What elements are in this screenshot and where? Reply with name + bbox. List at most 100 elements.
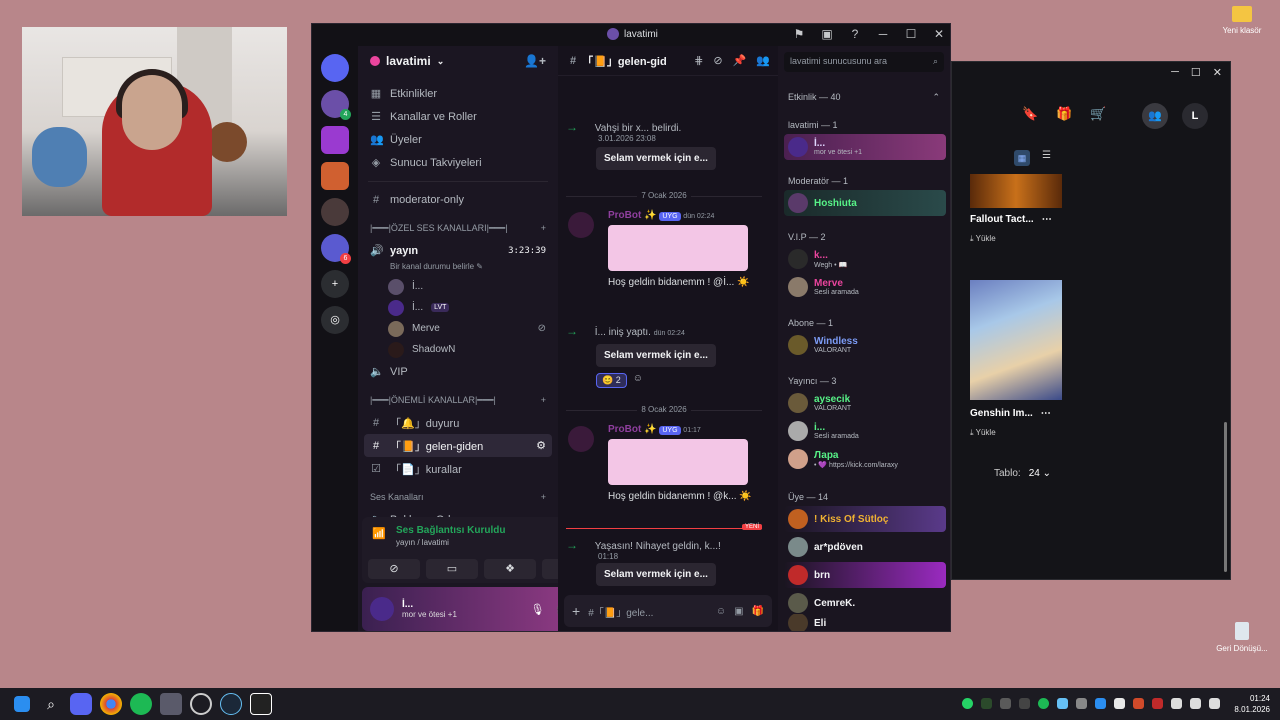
discord-home-icon[interactable]	[321, 54, 349, 82]
desktop-recycle-bin[interactable]: Geri Dönüşü...	[1212, 622, 1272, 653]
steam-icon[interactable]	[220, 693, 242, 715]
member-item[interactable]: ! Kiss Of Sütloç	[784, 506, 946, 532]
member-item[interactable]: k... Wegh • 📖	[784, 246, 946, 272]
pin-icon[interactable]: 📌	[733, 54, 747, 67]
member-item[interactable]: Hoshiuta	[784, 190, 946, 216]
add-attachment-icon[interactable]: +	[572, 603, 580, 619]
table-size-select[interactable]: 24 ⌄	[1029, 468, 1051, 479]
more-options-icon[interactable]: ⋯	[1041, 408, 1051, 419]
screenshare-button[interactable]: ▭	[426, 559, 478, 579]
message-composer[interactable]: + #「📙」gele... ☺ ▣ 🎁	[564, 595, 772, 627]
more-options-icon[interactable]: ⋯	[1042, 214, 1052, 225]
welcome-image[interactable]	[608, 439, 748, 485]
add-channel-icon[interactable]: +	[541, 395, 546, 405]
grid-view-icon[interactable]: ▦	[1014, 150, 1030, 166]
member-item[interactable]: i... Sesli aramada	[784, 418, 946, 444]
game-icon[interactable]	[160, 693, 182, 715]
server-icon-3[interactable]	[321, 162, 349, 190]
channel-gelen-giden[interactable]: # 「📙」gelen-giden ⚙	[364, 434, 552, 457]
member-item[interactable]: Лара • 💜 https://kick.com/laraxy	[784, 446, 946, 472]
avatar[interactable]	[568, 426, 594, 452]
member-item[interactable]: aysecik VALORANT	[784, 390, 946, 416]
voice-channel-yayin[interactable]: 🔊 yayın 3:23:39	[358, 239, 558, 262]
game-card-genshin[interactable]	[970, 280, 1062, 400]
voice-user[interactable]: Merve ⊘	[358, 318, 558, 339]
voice-channel-vip[interactable]: 🔈 VIP	[358, 360, 558, 383]
voice-user[interactable]: ShadowN	[358, 339, 558, 360]
game-card-fallout[interactable]	[970, 174, 1062, 208]
wave-button[interactable]: Selam vermek için e...	[596, 563, 716, 586]
gift-icon[interactable]: 🎁	[752, 606, 764, 617]
close-icon[interactable]: ✕	[932, 27, 946, 41]
member-item[interactable]: ar*pdöven	[784, 534, 946, 560]
member-item[interactable]: CemreK.	[784, 590, 946, 616]
cart-icon[interactable]: 🛒	[1090, 106, 1106, 122]
tray-icon[interactable]	[1019, 698, 1030, 709]
add-channel-icon[interactable]: +	[541, 223, 546, 233]
tray-icon[interactable]	[981, 698, 992, 709]
tray-icon[interactable]	[1114, 698, 1125, 709]
microphone-icon[interactable]	[1171, 698, 1182, 709]
gear-icon[interactable]: ⚙	[536, 439, 546, 452]
maximize-icon[interactable]: ☐	[1191, 66, 1201, 79]
maximize-icon[interactable]: ☐	[904, 27, 918, 41]
voice-user[interactable]: İ... LVT	[358, 297, 558, 318]
help-icon[interactable]: ?	[848, 27, 862, 41]
bookmark-icon[interactable]: 🔖	[1022, 106, 1038, 122]
volume-icon[interactable]	[1209, 698, 1220, 709]
profile-avatar[interactable]: L	[1182, 103, 1208, 129]
inbox-icon[interactable]: ▣	[820, 27, 834, 41]
wave-button[interactable]: Selam vermek için e...	[596, 344, 716, 367]
server-icon-1[interactable]: 4	[321, 90, 351, 120]
clock[interactable]: 01:24 8.01.2026	[1234, 693, 1270, 715]
members-toggle-icon[interactable]: 👥	[756, 54, 770, 67]
desktop-folder[interactable]: Yeni klasör	[1212, 6, 1272, 35]
install-button-fallout[interactable]: ⤓ Yükle	[970, 234, 996, 244]
discord-taskbar-icon[interactable]	[70, 693, 92, 715]
add-server-icon[interactable]: +	[321, 270, 349, 298]
tray-icon[interactable]	[1076, 698, 1087, 709]
reaction[interactable]: 😊 2	[596, 373, 627, 388]
gif-icon[interactable]: ▣	[734, 606, 743, 617]
camera-button[interactable]: ⊘	[368, 559, 420, 579]
start-button[interactable]	[14, 696, 30, 712]
channel-moderator-only[interactable]: # moderator-only	[358, 188, 558, 211]
search-icon[interactable]: ⌕	[40, 693, 62, 715]
friends-button[interactable]: 👥	[1142, 103, 1168, 129]
epic-games-icon[interactable]	[250, 693, 272, 715]
member-item[interactable]: İ... mor ve ötesi +1	[784, 134, 946, 160]
mute-icon[interactable]: ⊘	[713, 54, 722, 67]
category-voice[interactable]: Ses Kanalları +	[358, 486, 558, 508]
voice-user[interactable]: İ...	[358, 276, 558, 297]
threads-icon[interactable]: ⋕	[694, 54, 703, 67]
category-important[interactable]: |━━━|ÖNEMLİ KANALLAR|━━━| +	[358, 389, 558, 411]
tray-icon[interactable]	[1000, 698, 1011, 709]
minimize-icon[interactable]: ─	[876, 27, 890, 41]
voice-status-prompt[interactable]: Bir kanal durumu belirle ✎	[358, 262, 558, 276]
add-channel-icon[interactable]: +	[541, 492, 546, 502]
member-item[interactable]: Eli	[784, 614, 946, 631]
spotify-icon[interactable]	[130, 693, 152, 715]
avatar[interactable]	[568, 212, 594, 238]
nav-channels-roles[interactable]: ☰ Kanallar ve Roller	[358, 105, 558, 128]
scrollbar[interactable]	[1224, 422, 1227, 572]
nav-members[interactable]: 👥 Üyeler	[358, 128, 558, 151]
message-input[interactable]: #「📙」gele...	[588, 604, 708, 619]
invite-icon[interactable]: 👤+	[524, 54, 546, 68]
server-icon-5[interactable]: 6	[321, 234, 351, 264]
network-icon[interactable]	[1190, 698, 1201, 709]
flag-icon[interactable]: ⚑	[792, 27, 806, 41]
minimize-icon[interactable]: ─	[1171, 66, 1179, 79]
microphone-icon[interactable]: 🎙	[530, 603, 544, 616]
tray-icon[interactable]	[1133, 698, 1144, 709]
activity-header[interactable]: Etkinlik — 40 ⌃	[788, 92, 940, 103]
nav-boosts[interactable]: ◈ Sunucu Takviyeleri	[358, 151, 558, 174]
steam-tray-icon[interactable]	[1057, 698, 1068, 709]
tray-icon[interactable]	[1152, 698, 1163, 709]
server-icon-2[interactable]	[321, 126, 349, 154]
welcome-image[interactable]	[608, 225, 748, 271]
explore-icon[interactable]: ◎	[321, 306, 349, 334]
gift-icon[interactable]: 🎁	[1056, 106, 1072, 122]
server-icon-4[interactable]	[321, 198, 349, 226]
whatsapp-icon[interactable]	[962, 698, 973, 709]
